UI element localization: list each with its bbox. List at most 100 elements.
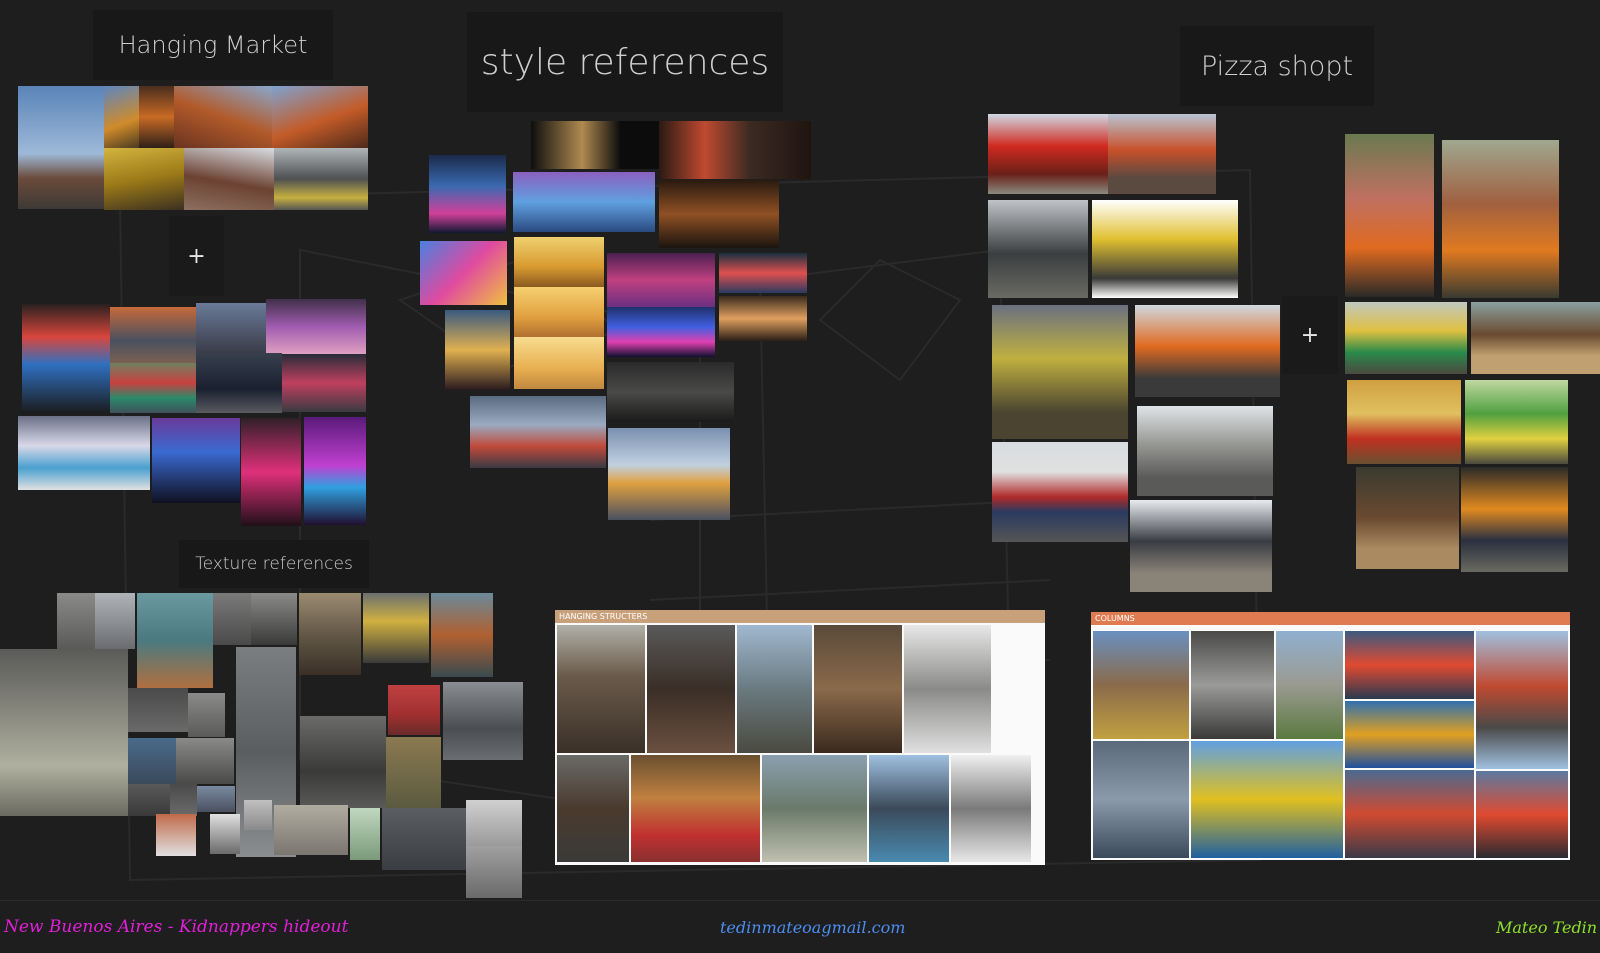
reference-image[interactable] [1465, 380, 1568, 464]
reference-image[interactable] [176, 738, 234, 784]
reference-image[interactable] [299, 593, 361, 675]
reference-image[interactable] [104, 148, 184, 210]
reference-image[interactable] [431, 593, 493, 677]
reference-image[interactable] [196, 303, 266, 353]
reference-image[interactable] [992, 442, 1128, 542]
reference-image[interactable] [197, 786, 235, 812]
reference-image[interactable] [350, 808, 380, 860]
reference-image[interactable] [363, 593, 429, 663]
reference-image[interactable] [110, 363, 196, 413]
reference-image[interactable] [514, 337, 604, 389]
reference-image[interactable] [719, 296, 807, 341]
reference-image[interactable] [188, 693, 225, 737]
reference-image[interactable] [607, 253, 715, 307]
reference-image[interactable] [139, 86, 174, 148]
reference-image[interactable] [1093, 741, 1189, 858]
reference-image[interactable] [1345, 134, 1434, 297]
reference-image[interactable] [104, 86, 139, 148]
reference-image[interactable] [110, 307, 196, 363]
reference-image[interactable] [388, 685, 440, 735]
reference-image[interactable] [95, 593, 135, 649]
columns-sheet[interactable]: COLUMNS [1091, 612, 1570, 860]
pizza-shop-label[interactable]: Pizza shopt [1180, 26, 1374, 106]
reference-image[interactable] [470, 396, 606, 468]
reference-image[interactable] [814, 625, 902, 753]
reference-image[interactable] [1471, 302, 1600, 374]
add-node-button[interactable]: + [169, 216, 224, 296]
reference-image[interactable] [1345, 701, 1474, 768]
reference-image[interactable] [156, 814, 196, 856]
reference-image[interactable] [988, 114, 1108, 194]
reference-image[interactable] [466, 846, 522, 898]
reference-image[interactable] [386, 737, 441, 809]
reference-image[interactable] [266, 299, 366, 354]
reference-image[interactable] [274, 805, 348, 855]
reference-image[interactable] [608, 428, 730, 520]
footer-email[interactable]: tedinmateoagmail.com [720, 909, 905, 945]
reference-image[interactable] [137, 593, 213, 688]
reference-image[interactable] [152, 418, 240, 503]
reference-image[interactable] [382, 808, 466, 870]
reference-image[interactable] [1191, 631, 1274, 739]
reference-image[interactable] [0, 649, 128, 816]
reference-image[interactable] [466, 800, 522, 846]
style-references-label[interactable]: style references [467, 12, 783, 112]
reference-image[interactable] [22, 304, 110, 414]
reference-image[interactable] [445, 310, 510, 390]
reference-image[interactable] [429, 155, 506, 233]
reference-image[interactable] [272, 86, 368, 148]
reference-image[interactable] [282, 354, 366, 412]
reference-image[interactable] [1130, 500, 1272, 592]
reference-image[interactable] [514, 237, 604, 287]
reference-image[interactable] [531, 121, 659, 169]
reference-image[interactable] [631, 755, 760, 862]
reference-image[interactable] [992, 305, 1128, 439]
reference-image[interactable] [1276, 631, 1343, 739]
reference-image[interactable] [241, 418, 301, 526]
reference-image[interactable] [244, 800, 272, 830]
reference-image[interactable] [869, 755, 949, 862]
reference-image[interactable] [607, 307, 715, 357]
reference-image[interactable] [184, 148, 274, 210]
reference-image[interactable] [1345, 631, 1474, 699]
reference-image[interactable] [251, 593, 297, 645]
reference-image[interactable] [128, 688, 188, 732]
reference-image[interactable] [1191, 741, 1343, 858]
reference-image[interactable] [170, 784, 197, 816]
reference-image[interactable] [904, 625, 991, 753]
reference-image[interactable] [304, 417, 366, 525]
reference-image[interactable] [737, 625, 812, 753]
reference-image[interactable] [514, 287, 604, 337]
reference-image[interactable] [1137, 406, 1273, 496]
reference-image[interactable] [1345, 302, 1467, 374]
reference-image[interactable] [647, 625, 735, 753]
reference-image[interactable] [1476, 631, 1568, 769]
reference-image[interactable] [1093, 631, 1189, 739]
reference-image[interactable] [1442, 140, 1559, 298]
reference-image[interactable] [196, 353, 282, 413]
reference-image[interactable] [57, 593, 95, 649]
reference-image[interactable] [128, 738, 176, 784]
reference-image[interactable] [557, 625, 645, 753]
reference-image[interactable] [18, 416, 150, 490]
reference-image[interactable] [1476, 771, 1568, 858]
reference-image[interactable] [443, 682, 523, 760]
reference-image[interactable] [659, 121, 811, 179]
reference-image[interactable] [128, 784, 170, 816]
reference-image[interactable] [1108, 114, 1216, 194]
hanging-structures-sheet[interactable]: HANGING STRUCTERS [555, 610, 1045, 865]
reference-image[interactable] [1092, 200, 1238, 298]
hanging-market-label[interactable]: Hanging Market [93, 10, 333, 80]
reference-image[interactable] [18, 86, 104, 209]
reference-image[interactable] [300, 716, 386, 808]
reference-image[interactable] [274, 148, 368, 210]
reference-image[interactable] [719, 253, 807, 293]
reference-image[interactable] [513, 172, 655, 232]
reference-image[interactable] [1356, 467, 1459, 569]
reference-image[interactable] [420, 241, 507, 305]
reference-image[interactable] [1135, 305, 1280, 397]
reference-image[interactable] [557, 755, 629, 862]
reference-image[interactable] [659, 180, 779, 248]
reference-image[interactable] [174, 86, 272, 148]
reference-image[interactable] [213, 593, 251, 645]
